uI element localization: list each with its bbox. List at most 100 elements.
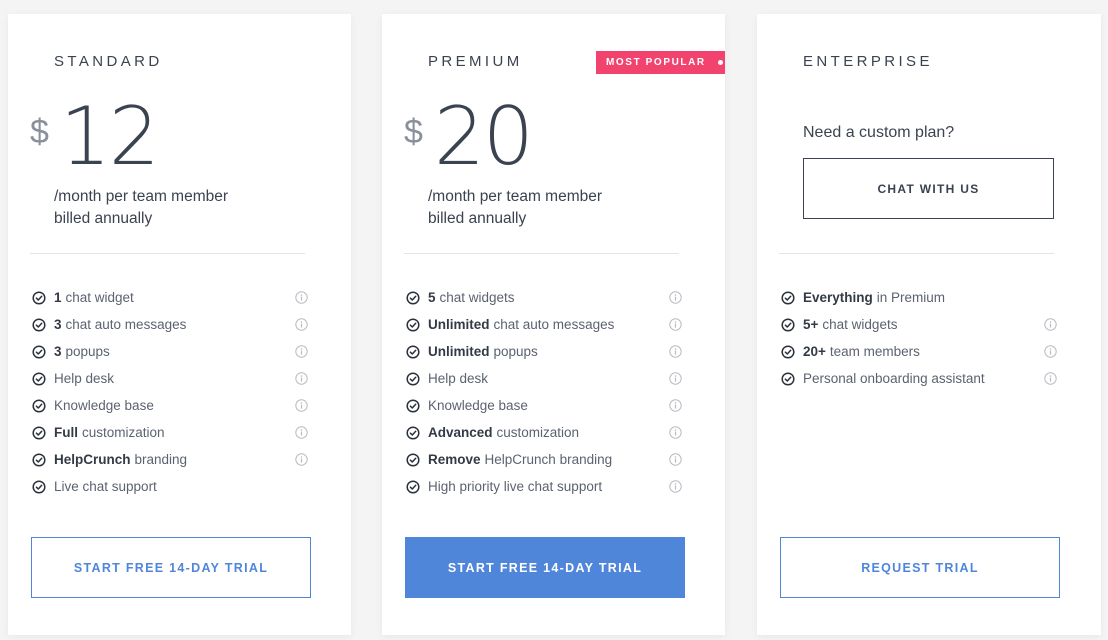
feature-highlight: 5+ xyxy=(803,317,819,332)
info-icon[interactable] xyxy=(669,399,682,412)
feature-text: in Premium xyxy=(876,290,946,305)
check-circle-icon xyxy=(781,371,795,386)
feature-item: 1 chat widget xyxy=(32,284,308,311)
feature-text: chat widget xyxy=(65,290,134,305)
check-circle-icon xyxy=(406,479,420,494)
feature-item: 5+ chat widgets xyxy=(781,311,1057,338)
feature-text: branding xyxy=(134,452,188,467)
feature-highlight: 5 xyxy=(428,290,436,305)
feature-text: Knowledge base xyxy=(54,398,154,413)
dot-icon xyxy=(717,60,723,65)
check-circle-icon xyxy=(406,452,420,467)
check-circle-icon xyxy=(406,398,420,413)
plan-name: ENTERPRISE xyxy=(803,53,933,70)
feature-item: Help desk xyxy=(32,365,308,392)
chat-with-us-button[interactable]: CHAT WITH US xyxy=(803,158,1054,219)
info-icon[interactable] xyxy=(669,291,682,304)
feature-item: 3 chat auto messages xyxy=(32,311,308,338)
feature-item: Help desk xyxy=(406,365,682,392)
feature-highlight: 20+ xyxy=(803,344,826,359)
check-circle-icon xyxy=(32,344,46,359)
most-popular-badge: MOST POPULAR xyxy=(596,51,725,74)
feature-item: High priority live chat support xyxy=(406,473,682,500)
info-icon[interactable] xyxy=(669,318,682,331)
currency-symbol: $ xyxy=(30,113,49,151)
check-circle-icon xyxy=(32,290,46,305)
check-circle-icon xyxy=(32,452,46,467)
info-icon[interactable] xyxy=(1044,345,1057,358)
feature-text: HelpCrunch branding xyxy=(484,452,613,467)
feature-highlight: 3 xyxy=(54,317,62,332)
feature-item: 3 popups xyxy=(32,338,308,365)
check-circle-icon xyxy=(781,317,795,332)
info-icon[interactable] xyxy=(669,453,682,466)
info-icon[interactable] xyxy=(295,372,308,385)
feature-text: popups xyxy=(493,344,538,359)
check-circle-icon xyxy=(32,479,46,494)
divider xyxy=(779,253,1054,254)
feature-item: Remove HelpCrunch branding xyxy=(406,446,682,473)
feature-highlight: Unlimited xyxy=(428,344,490,359)
feature-text: customization xyxy=(82,425,165,440)
plan-card-premium: PREMIUM MOST POPULAR $ 20 /month per tea… xyxy=(382,14,725,635)
plan-name: PREMIUM xyxy=(428,53,523,70)
info-icon[interactable] xyxy=(295,345,308,358)
start-trial-button[interactable]: START FREE 14-DAY TRIAL xyxy=(31,537,311,598)
feature-text: Live chat support xyxy=(54,479,157,494)
feature-highlight: Full xyxy=(54,425,78,440)
feature-text: team members xyxy=(829,344,920,359)
check-circle-icon xyxy=(32,371,46,386)
feature-text: popups xyxy=(65,344,110,359)
check-circle-icon xyxy=(32,398,46,413)
feature-item: Personal onboarding assistant xyxy=(781,365,1057,392)
info-icon[interactable] xyxy=(669,345,682,358)
info-icon[interactable] xyxy=(295,453,308,466)
check-circle-icon xyxy=(406,425,420,440)
check-circle-icon xyxy=(781,290,795,305)
feature-item: Live chat support xyxy=(32,473,308,500)
check-circle-icon xyxy=(32,317,46,332)
custom-plan-text: Need a custom plan? xyxy=(803,124,955,141)
feature-text: High priority live chat support xyxy=(428,479,603,494)
feature-text: customization xyxy=(496,425,580,440)
feature-item: HelpCrunch branding xyxy=(32,446,308,473)
billing-info: /month per team member billed annually xyxy=(428,186,602,230)
info-icon[interactable] xyxy=(1044,372,1057,385)
feature-item: Advanced customization xyxy=(406,419,682,446)
start-trial-button[interactable]: START FREE 14-DAY TRIAL xyxy=(405,537,685,598)
info-icon[interactable] xyxy=(295,318,308,331)
check-circle-icon xyxy=(406,371,420,386)
plan-name: STANDARD xyxy=(54,53,163,70)
feature-item: 20+ team members xyxy=(781,338,1057,365)
feature-text: chat auto messages xyxy=(493,317,615,332)
feature-item: Knowledge base xyxy=(406,392,682,419)
info-icon[interactable] xyxy=(295,291,308,304)
feature-text: Personal onboarding assistant xyxy=(803,371,985,386)
feature-list: 1 chat widget 3 chat auto messages 3 popups He… xyxy=(32,284,308,500)
request-trial-button[interactable]: REQUEST TRIAL xyxy=(780,537,1060,598)
billing-period: /month per team member xyxy=(54,188,229,205)
feature-highlight: 3 xyxy=(54,344,62,359)
billing-period: /month per team member xyxy=(428,188,603,205)
feature-highlight: Everything xyxy=(803,290,873,305)
check-circle-icon xyxy=(781,344,795,359)
divider xyxy=(30,253,305,254)
check-circle-icon xyxy=(406,290,420,305)
feature-highlight: HelpCrunch xyxy=(54,452,131,467)
divider xyxy=(404,253,679,254)
info-icon[interactable] xyxy=(669,372,682,385)
feature-item: Unlimited chat auto messages xyxy=(406,311,682,338)
currency-symbol: $ xyxy=(404,113,423,151)
info-icon[interactable] xyxy=(295,399,308,412)
info-icon[interactable] xyxy=(295,426,308,439)
price-amount: 12 xyxy=(60,90,160,183)
info-icon[interactable] xyxy=(669,480,682,493)
check-circle-icon xyxy=(406,317,420,332)
info-icon[interactable] xyxy=(1044,318,1057,331)
feature-text: chat widgets xyxy=(439,290,515,305)
info-icon[interactable] xyxy=(669,426,682,439)
feature-highlight: 1 xyxy=(54,290,62,305)
check-circle-icon xyxy=(32,425,46,440)
feature-text: chat widgets xyxy=(822,317,898,332)
feature-text: Knowledge base xyxy=(428,398,528,413)
